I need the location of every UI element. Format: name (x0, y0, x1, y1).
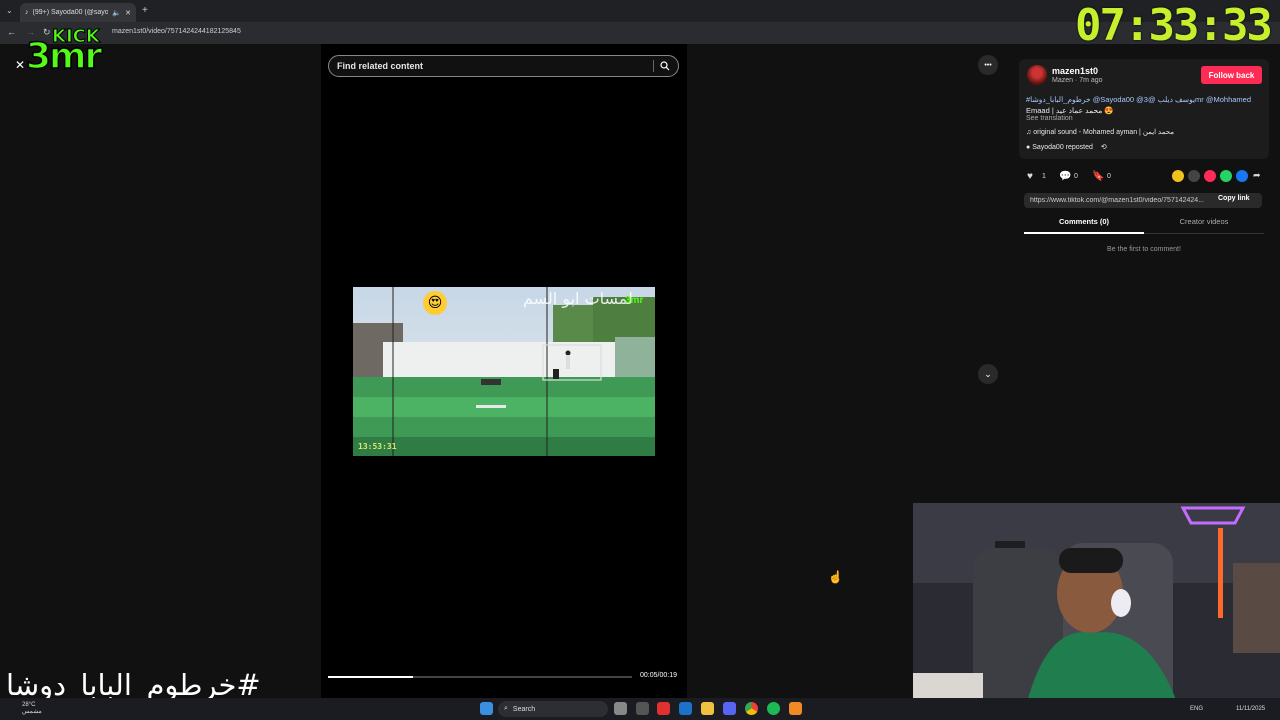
video-caption-overlay: لمسات ابو السم (523, 289, 633, 308)
obs-icon[interactable] (636, 702, 649, 715)
copy-link-button[interactable]: Copy link (1218, 195, 1250, 202)
more-options-button[interactable]: ••• (978, 55, 998, 75)
facebook-share-icon[interactable] (1236, 170, 1248, 182)
repost-avatar-icon: ● (1026, 144, 1031, 151)
hashtag-overlay: #خرطوم_البابا_دوشا (6, 668, 261, 702)
post-caption: #خرطوم_البابا_دوشا @Sayoda00 @يوسف ديلب … (1026, 94, 1262, 116)
svg-text:😍: 😍 (428, 295, 443, 311)
search-divider (653, 60, 654, 72)
taskbar-search-label: Search (512, 705, 536, 713)
like-count: 1 (1042, 173, 1046, 180)
file-explorer-icon[interactable] (701, 702, 714, 715)
webcam-overlay (913, 503, 1280, 720)
task-view-icon[interactable] (614, 702, 627, 715)
post-subtitle: Mazen · 7m ago (1052, 77, 1103, 84)
follow-back-button[interactable]: Follow back (1201, 66, 1262, 84)
repost-icon: ⟲ (1100, 144, 1107, 151)
comment-stat[interactable]: 💬 0 (1059, 171, 1078, 182)
comment-count: 0 (1074, 173, 1078, 180)
audio-playing-icon[interactable]: 🔈 (112, 9, 121, 17)
comment-bubble-icon: 💬 (1059, 171, 1072, 182)
tab-comments[interactable]: Comments (0) (1024, 217, 1144, 234)
outlook-icon[interactable] (679, 702, 692, 715)
video-content-image: 😍 (353, 287, 655, 456)
next-video-button[interactable]: ⌄ (978, 364, 998, 384)
see-translation-link[interactable]: See translation (1026, 115, 1073, 122)
tab-list-chevron-icon[interactable]: ⌄ (6, 6, 13, 15)
whatsapp-share-icon[interactable] (1220, 170, 1232, 182)
send-share-icon[interactable] (1204, 170, 1216, 182)
bookmark-icon: 🔖 (1092, 171, 1105, 182)
search-icon[interactable] (660, 61, 670, 71)
repost-label: Sayoda00 reposted (1032, 144, 1093, 151)
windows-start-icon[interactable] (480, 702, 493, 715)
weather-widget[interactable]: 28°C مشمس (22, 702, 42, 716)
caption-tags[interactable]: #خرطوم_البابا_دوشا @Sayoda00 @يوسف ديلب … (1026, 94, 1262, 105)
video-progress-track[interactable] (328, 676, 632, 678)
empty-comments-message: Be the first to comment! (1107, 246, 1181, 253)
video-timestamp: 13:53:31 (358, 442, 397, 451)
stream-clock-overlay: 07:33:33 (1075, 0, 1273, 51)
share-arrow-icon[interactable]: ➦ (1253, 170, 1261, 181)
kick-logo-bottom: 3mr (25, 35, 103, 78)
language-indicator[interactable]: ENG (1190, 706, 1203, 712)
tiktok-favicon-icon: ♪ (25, 9, 29, 16)
browser-tab-active[interactable]: ♪ (99+) Sayoda00 (@sayoda... 🔈 ✕ (20, 3, 136, 22)
weather-desc: مشمس (22, 709, 42, 715)
kick-3mr-logo: KICK 3mr (25, 26, 118, 78)
coin-share-icon[interactable] (1172, 170, 1184, 182)
discord-icon[interactable] (723, 702, 736, 715)
taskbar-search[interactable]: ⌕ Search (498, 701, 608, 717)
embed-share-icon[interactable] (1188, 170, 1200, 182)
video-progress-fill (328, 676, 414, 678)
heart-icon: ♥ (1027, 171, 1033, 182)
new-tab-button[interactable]: + (142, 5, 148, 16)
webcam-image (913, 503, 1280, 720)
save-count: 0 (1107, 173, 1111, 180)
video-frame[interactable]: 😍 لمسات ابو السم 3mr 13:53:31 (353, 287, 655, 456)
weather-temp: 28°C (22, 702, 36, 708)
chevron-down-icon: ⌄ (984, 368, 992, 379)
back-arrow-icon[interactable]: ← (7, 27, 16, 37)
video-watermark: 3mr (625, 295, 644, 306)
search-input[interactable] (337, 61, 647, 71)
music-note-icon: ♫ (1026, 129, 1032, 136)
chrome-icon[interactable] (745, 702, 758, 715)
avatar[interactable] (1027, 65, 1047, 85)
sound-row[interactable]: ♫ original sound - Mohamed ayman | محمد … (1026, 128, 1174, 136)
taskbar-search-icon: ⌕ (504, 705, 508, 712)
save-stat[interactable]: 🔖 0 (1092, 171, 1111, 182)
share-link-text: https://www.tiktok.com/@mazen1st0/video/… (1030, 197, 1205, 204)
taskbar-date[interactable]: 11/11/2025 (1236, 706, 1265, 712)
related-content-search[interactable] (328, 55, 679, 77)
spotify-icon[interactable] (767, 702, 780, 715)
video-time: 00:05/00:19 (640, 672, 677, 679)
red-app-icon[interactable] (657, 702, 670, 715)
like-stat[interactable]: ♥ 1 (1027, 171, 1046, 182)
url-text[interactable]: mazen1st0/video/7571424244182125845 (112, 28, 241, 35)
repost-row: ● Sayoda00 reposted ⟲ (1026, 143, 1107, 151)
tab-close-icon[interactable]: ✕ (125, 9, 131, 17)
post-username[interactable]: mazen1st0 (1052, 66, 1098, 76)
tab-creator-videos[interactable]: Creator videos (1144, 217, 1264, 234)
orange-app-icon[interactable] (789, 702, 802, 715)
sound-label: original sound - Mohamed ayman | محمد اي… (1033, 129, 1175, 136)
mouse-cursor-icon: ☝ (828, 570, 843, 584)
tab-title: (99+) Sayoda00 (@sayoda... (32, 9, 109, 16)
